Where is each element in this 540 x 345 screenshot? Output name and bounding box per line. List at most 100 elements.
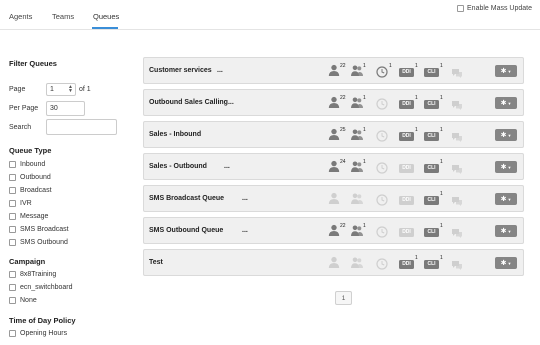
queue-more-indicator: ... — [224, 163, 230, 170]
queue-name[interactable]: Sales - Outbound — [149, 163, 207, 170]
chat-icon — [451, 260, 463, 272]
group-count: 1 — [363, 127, 366, 133]
queue-settings-button[interactable]: ✱ ▼ — [495, 193, 517, 205]
group-count: 1 — [363, 95, 366, 101]
ddi-badge: DDI — [399, 132, 414, 141]
cli-badge: CLI — [424, 68, 439, 77]
mass-update-label: Enable Mass Update — [467, 5, 532, 12]
ddi-badge: DDI — [399, 260, 414, 269]
pagination-page-button[interactable]: 1 — [335, 291, 352, 305]
group-icon — [351, 64, 363, 78]
checkbox[interactable] — [9, 187, 16, 194]
checkbox[interactable] — [9, 213, 16, 220]
time-count: 1 — [389, 63, 392, 69]
page-of-label: of 1 — [79, 86, 91, 93]
queue-name[interactable]: Sales - Inbound — [149, 131, 201, 138]
search-input[interactable] — [46, 119, 117, 135]
ddi-badge: DDI — [399, 164, 414, 173]
clock-icon — [376, 66, 388, 80]
queue-row[interactable]: Customer services... 22 1 1 DDI 1 CLI 1 ✱ ▼ — [143, 57, 524, 84]
per-page-input[interactable]: 30 — [46, 101, 85, 116]
checkbox[interactable] — [9, 226, 16, 233]
group-count: 1 — [363, 63, 366, 69]
checkbox[interactable] — [9, 239, 16, 246]
group-icon — [351, 256, 363, 270]
clock-icon — [376, 130, 388, 144]
checkbox[interactable] — [9, 297, 16, 304]
agent-count: 24 — [340, 159, 346, 165]
gear-icon: ✱ — [500, 100, 507, 107]
chevron-down-icon: ▼ — [507, 164, 512, 170]
ddi-count: 1 — [415, 63, 418, 69]
campaign-option[interactable]: ecn_switchboard — [9, 284, 73, 291]
queue-type-option[interactable]: Message — [9, 213, 48, 220]
queue-row[interactable]: SMS Outbound Queue... 22 1 DDI CLI 1 ✱ ▼ — [143, 217, 524, 244]
agent-icon — [328, 256, 340, 270]
per-page-value: 30 — [50, 105, 58, 112]
tab-teams[interactable]: Teams — [52, 12, 74, 21]
tab-queues[interactable]: Queues — [93, 12, 119, 21]
queue-name[interactable]: Test — [149, 259, 163, 266]
queue-name[interactable]: Outbound Sales Calling... — [149, 99, 234, 106]
page-select[interactable]: 1 ▲ ▼ — [46, 83, 76, 96]
agent-count: 22 — [340, 95, 346, 101]
queue-row[interactable]: Sales - Inbound 25 1 DDI 1 CLI 1 ✱ ▼ — [143, 121, 524, 148]
clock-icon — [376, 162, 388, 176]
option-label: Opening Hours — [20, 330, 68, 337]
queue-type-option[interactable]: SMS Broadcast — [9, 226, 69, 233]
queue-more-indicator: ... — [242, 227, 248, 234]
queue-name[interactable]: Customer services — [149, 67, 212, 74]
queue-type-option[interactable]: Broadcast — [9, 187, 52, 194]
checkbox[interactable] — [9, 284, 16, 291]
gear-icon: ✱ — [500, 228, 507, 235]
queue-row[interactable]: Test DDI 1 CLI 1 ✱ ▼ — [143, 249, 524, 276]
checkbox[interactable] — [9, 161, 16, 168]
tab-agents[interactable]: Agents — [9, 12, 32, 21]
queue-settings-button[interactable]: ✱ ▼ — [495, 129, 517, 141]
queue-type-option[interactable]: Outbound — [9, 174, 51, 181]
campaign-option[interactable]: 8x8Training — [9, 271, 56, 278]
option-label: Outbound — [20, 174, 51, 181]
cli-count: 1 — [440, 255, 443, 261]
chevron-down-icon: ▼ — [507, 132, 512, 138]
option-label: 8x8Training — [20, 271, 57, 278]
mass-update-checkbox[interactable] — [457, 5, 465, 12]
filter-queues-title: Filter Queues — [9, 59, 57, 68]
gear-icon: ✱ — [500, 132, 507, 139]
queue-row[interactable]: SMS Broadcast Queue... DDI CLI 1 ✱ ▼ — [143, 185, 524, 212]
checkbox[interactable] — [9, 330, 16, 337]
queue-settings-button[interactable]: ✱ ▼ — [495, 161, 517, 173]
queue-type-option[interactable]: SMS Outbound — [9, 239, 68, 246]
gear-icon: ✱ — [500, 260, 507, 267]
queue-type-option[interactable]: IVR — [9, 200, 32, 207]
checkbox[interactable] — [9, 271, 16, 278]
chat-icon — [451, 100, 463, 112]
cli-count: 1 — [440, 191, 443, 197]
option-label: IVR — [20, 200, 32, 207]
group-icon — [351, 160, 363, 174]
group-count: 1 — [363, 159, 366, 165]
queue-settings-button[interactable]: ✱ ▼ — [495, 65, 517, 77]
clock-icon — [376, 98, 388, 112]
active-tab-indicator — [92, 27, 118, 29]
chat-icon — [451, 228, 463, 240]
queue-settings-button[interactable]: ✱ ▼ — [495, 257, 517, 269]
page-label: Page — [9, 86, 26, 93]
checkbox[interactable] — [9, 200, 16, 207]
queue-settings-button[interactable]: ✱ ▼ — [495, 225, 517, 237]
ddi-badge: DDI — [399, 100, 414, 109]
checkbox[interactable] — [9, 174, 16, 181]
queue-name[interactable]: SMS Outbound Queue — [149, 227, 223, 234]
queue-type-option[interactable]: Inbound — [9, 161, 45, 168]
group-icon — [351, 192, 363, 206]
queue-settings-button[interactable]: ✱ ▼ — [495, 97, 517, 109]
queue-name[interactable]: SMS Broadcast Queue — [149, 195, 224, 202]
agent-icon — [328, 224, 340, 238]
campaign-option[interactable]: None — [9, 297, 37, 304]
enable-mass-update-toggle[interactable]: Enable Mass Update — [457, 5, 532, 12]
queue-row[interactable]: Sales - Outbound... 24 1 DDI CLI 1 ✱ ▼ — [143, 153, 524, 180]
queue-row[interactable]: Outbound Sales Calling... 22 1 DDI 1 CLI 1 ✱ ▼ — [143, 89, 524, 116]
time-of-day-option[interactable]: Opening Hours — [9, 330, 67, 337]
stepper-arrows-icon: ▲ ▼ — [68, 84, 73, 94]
ddi-count: 1 — [415, 95, 418, 101]
